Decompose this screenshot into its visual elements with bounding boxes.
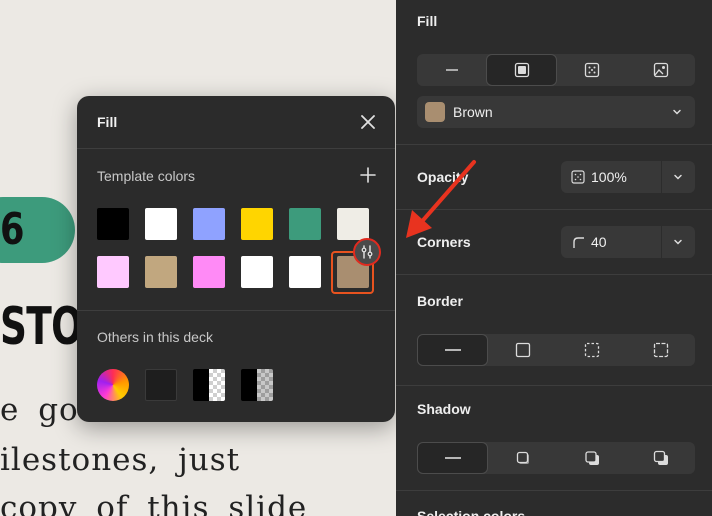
divider-fill <box>396 144 712 145</box>
fill-type-none[interactable] <box>417 54 486 86</box>
template-color-swatch[interactable] <box>193 208 225 240</box>
border-style-square[interactable] <box>488 334 557 366</box>
properties-panel: Fill Brown Opacity 100% Corners 40 Borde… <box>396 0 712 516</box>
opacity-value[interactable]: 100% <box>591 169 627 185</box>
selection-colors-title: Selection colors <box>417 508 526 516</box>
divider-corners <box>396 274 712 275</box>
border-style-dashed[interactable] <box>557 334 626 366</box>
fill-color-chip <box>425 102 445 122</box>
chevron-down-icon <box>673 109 681 115</box>
shadow-large[interactable] <box>626 442 695 474</box>
square-icon <box>515 342 530 358</box>
template-colors-label: Template colors <box>97 168 196 184</box>
fill-type-gradient[interactable] <box>557 54 626 86</box>
template-color-swatch[interactable] <box>97 256 129 288</box>
template-color-swatch[interactable] <box>145 256 177 288</box>
solid-icon <box>514 62 529 78</box>
shadow-small-icon <box>516 451 529 464</box>
shadow-none[interactable] <box>417 442 488 474</box>
annotation-arrow-icon <box>406 160 476 238</box>
border-style-selector <box>417 334 695 366</box>
dashed-square-fine-icon <box>653 342 668 358</box>
divider-shadow <box>396 490 712 491</box>
corners-stepper[interactable]: 40 <box>561 226 695 258</box>
shadow-large-icon <box>653 450 668 465</box>
deck-color-semi-transparent-swatch[interactable] <box>241 369 273 401</box>
fill-type-image[interactable] <box>626 54 695 86</box>
deck-color-gradient-swatch[interactable] <box>97 369 129 401</box>
slide-number: 6 <box>0 204 25 255</box>
shadow-medium[interactable] <box>557 442 626 474</box>
corners-chevron-down-icon[interactable] <box>673 237 683 247</box>
solid-line-icon <box>444 349 461 351</box>
edit-color-button[interactable] <box>353 238 381 266</box>
deck-color-dark-swatch[interactable] <box>145 369 177 401</box>
border-style-solid[interactable] <box>417 334 488 366</box>
popover-divider <box>77 310 395 311</box>
divider-border <box>396 385 712 386</box>
stepper-separator <box>661 161 662 193</box>
corners-value[interactable]: 40 <box>591 234 607 250</box>
template-color-swatch[interactable] <box>97 208 129 240</box>
corner-radius-icon <box>573 237 584 248</box>
template-color-swatch[interactable] <box>289 256 321 288</box>
template-color-swatch[interactable] <box>337 208 369 240</box>
others-in-deck-label: Others in this deck <box>97 329 213 345</box>
gradient-icon <box>584 62 599 78</box>
border-style-dotted[interactable] <box>626 334 695 366</box>
none-icon <box>444 457 461 459</box>
body-text-line-3: copy of this slide <box>0 490 308 516</box>
popover-header: Fill <box>77 96 395 149</box>
opacity-chevron-down-icon[interactable] <box>673 172 683 182</box>
sliders-icon <box>361 245 373 259</box>
template-color-swatch[interactable] <box>241 256 273 288</box>
template-color-swatch[interactable] <box>241 208 273 240</box>
stepper-separator <box>661 226 662 258</box>
none-icon <box>445 69 458 71</box>
popover-title: Fill <box>97 114 118 130</box>
opacity-icon <box>571 170 585 184</box>
image-icon <box>653 62 668 78</box>
fill-color-dropdown[interactable]: Brown <box>417 96 695 128</box>
border-section-title: Border <box>417 293 463 309</box>
template-color-swatch[interactable] <box>145 208 177 240</box>
fill-type-solid[interactable] <box>486 54 557 86</box>
add-color-icon[interactable] <box>359 166 377 184</box>
shadow-section-title: Shadow <box>417 401 471 417</box>
shadow-medium-icon <box>584 451 599 465</box>
fill-section-title: Fill <box>417 13 438 29</box>
fill-popover: Fill Template colors Others in this deck <box>77 96 395 422</box>
shadow-style-selector <box>417 442 695 474</box>
template-color-swatch[interactable] <box>289 208 321 240</box>
deck-color-transparent-swatch[interactable] <box>193 369 225 401</box>
fill-type-selector <box>417 54 695 86</box>
shadow-small[interactable] <box>488 442 557 474</box>
dashed-square-icon <box>584 342 599 358</box>
close-icon[interactable] <box>359 113 377 131</box>
opacity-stepper[interactable]: 100% <box>561 161 695 193</box>
fill-color-name: Brown <box>453 104 493 120</box>
body-text-line-2: ilestones, just <box>0 442 241 478</box>
template-color-swatch[interactable] <box>193 256 225 288</box>
